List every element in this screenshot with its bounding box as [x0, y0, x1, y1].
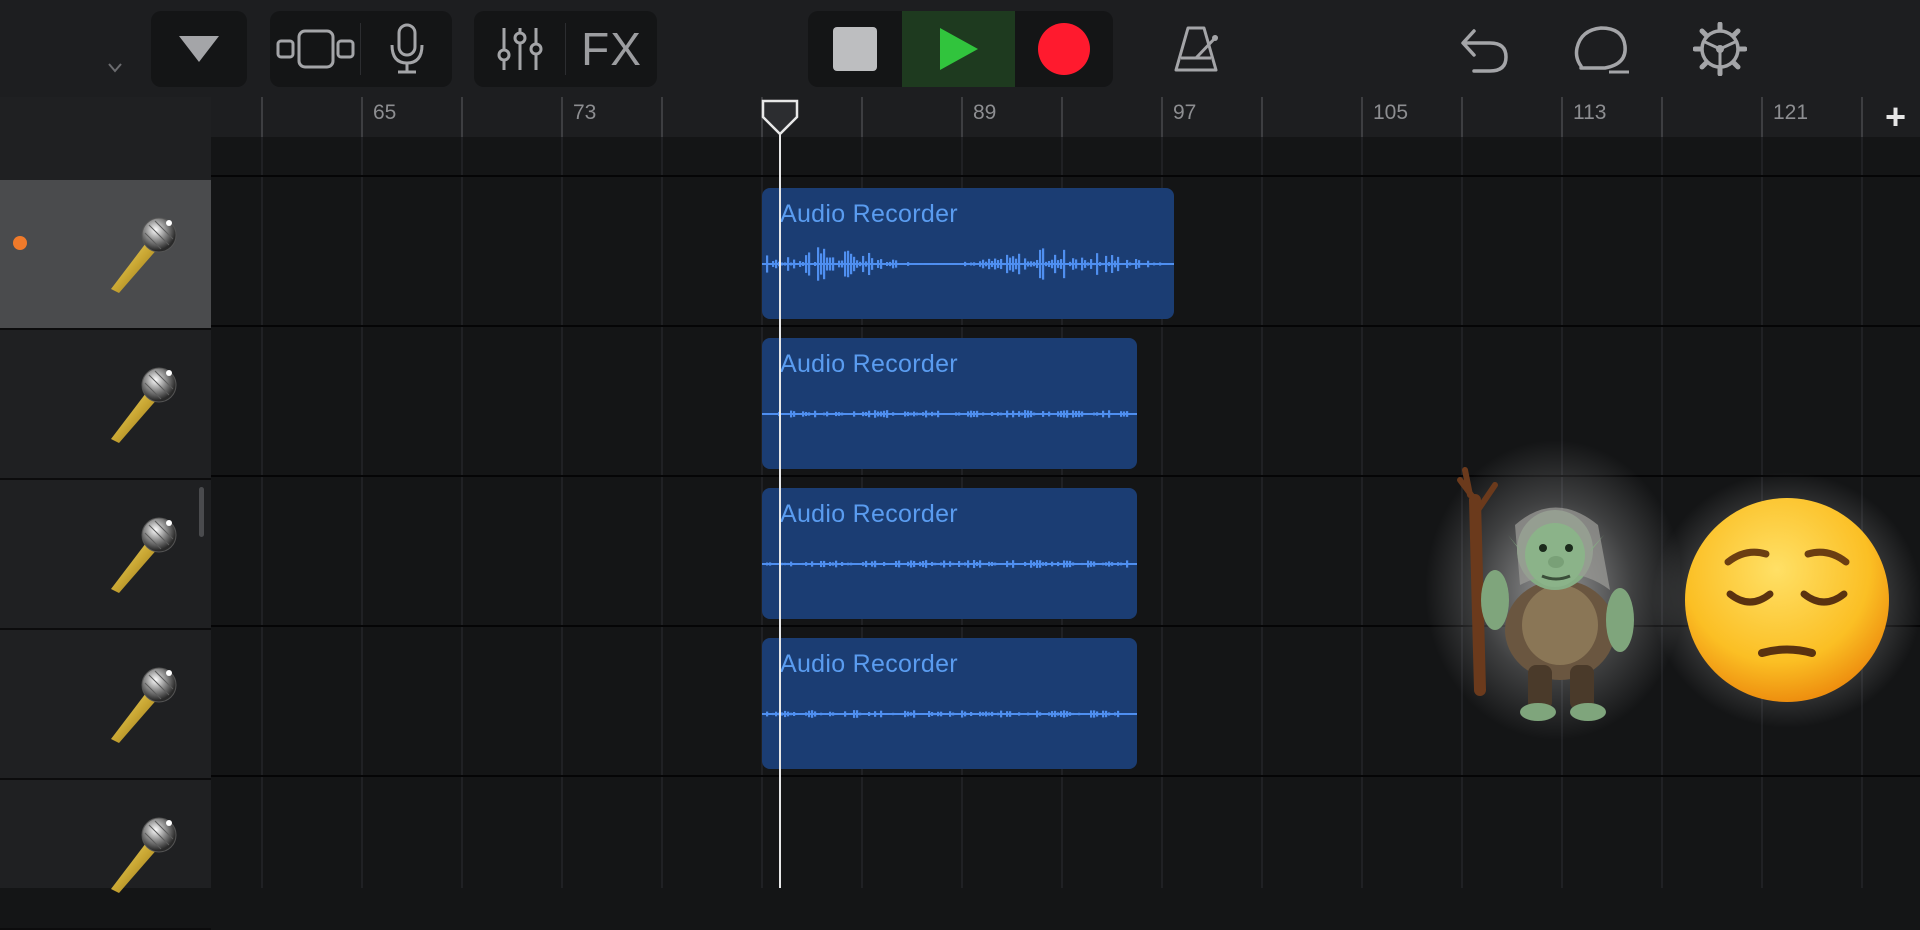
- ruler-bar-label: 113: [1573, 101, 1607, 124]
- track-header[interactable]: [0, 630, 211, 780]
- track-header[interactable]: [0, 780, 211, 930]
- undo-button[interactable]: [1450, 11, 1518, 87]
- troll-sticker: [1425, 440, 1680, 740]
- tracks-view-button[interactable]: [270, 11, 360, 87]
- mixer-sliders-icon: [497, 28, 542, 70]
- ruler-tick: [961, 97, 963, 137]
- ruler-bar-label: 97: [1173, 101, 1197, 124]
- transport-group: [808, 11, 1113, 87]
- undo-icon: [1461, 29, 1508, 73]
- track-divider: [211, 325, 1920, 327]
- metronome-icon: [1174, 26, 1219, 72]
- region-name: Audio Recorder: [780, 350, 958, 378]
- ruler-tick: [261, 97, 263, 137]
- add-track-button[interactable]: +: [1885, 99, 1906, 135]
- record-armed-indicator: [13, 236, 27, 250]
- track-header[interactable]: [0, 180, 211, 330]
- tracks-view-icon: [276, 29, 355, 69]
- ruler-bar-label: 73: [573, 101, 597, 124]
- stop-icon: [833, 27, 877, 71]
- fx-button[interactable]: FX: [566, 11, 657, 87]
- view-button-group: [270, 11, 452, 87]
- ruler-tick: [1661, 97, 1663, 137]
- metronome-button[interactable]: [1164, 11, 1228, 87]
- ruler-tick: [1261, 97, 1263, 137]
- ruler-tick: [561, 97, 563, 137]
- fx-label: FX: [581, 23, 642, 75]
- ruler-bar-label: 121: [1773, 101, 1809, 124]
- stop-button[interactable]: [808, 11, 902, 87]
- audio-region[interactable]: Audio Recorder: [762, 488, 1137, 619]
- track-header[interactable]: [0, 330, 211, 480]
- audio-region[interactable]: Audio Recorder: [762, 188, 1174, 319]
- ruler-bar-label: 89: [973, 101, 997, 124]
- record-button[interactable]: [1015, 11, 1113, 87]
- ruler-tick: [1761, 97, 1763, 137]
- settings-gear-icon: [1693, 22, 1747, 76]
- microphone-icon: [111, 667, 177, 743]
- microphone-icon: [111, 217, 177, 293]
- play-icon: [939, 28, 978, 70]
- playhead-handle[interactable]: [761, 99, 799, 137]
- control-bar: FX: [0, 0, 1920, 97]
- microphone-icon: [390, 23, 423, 74]
- waveform: [762, 710, 1137, 718]
- mixer-button[interactable]: [474, 11, 565, 87]
- pensive-face-emoji: [1652, 472, 1920, 728]
- ruler-tick: [1061, 97, 1063, 137]
- ruler-tick: [361, 97, 363, 137]
- ruler-tick: [1161, 97, 1163, 137]
- mix-button-group: FX: [474, 11, 657, 87]
- record-icon: [1038, 23, 1090, 75]
- loop-browser-button[interactable]: [1566, 11, 1638, 87]
- microphone-button[interactable]: [361, 11, 452, 87]
- region-name: Audio Recorder: [780, 200, 958, 228]
- region-name: Audio Recorder: [780, 650, 958, 678]
- timeline-ruler[interactable]: 6573818997105113121: [211, 97, 1920, 137]
- region-name: Audio Recorder: [780, 500, 958, 528]
- ruler-tick: [1561, 97, 1563, 137]
- track-divider: [211, 175, 1920, 177]
- plus-icon: +: [1884, 96, 1906, 137]
- ruler-tick: [661, 97, 663, 137]
- chevron-down-icon: [108, 63, 122, 73]
- ruler-tick: [1461, 97, 1463, 137]
- microphone-icon: [111, 517, 177, 593]
- microphone-icon: [111, 367, 177, 443]
- ruler-tick: [861, 97, 863, 137]
- ruler-bar-label: 65: [373, 101, 397, 124]
- track-header[interactable]: [0, 480, 211, 630]
- loop-browser-icon: [1574, 26, 1629, 74]
- track-list-scrollbar[interactable]: [199, 487, 204, 537]
- ruler-tick: [1361, 97, 1363, 137]
- track-header-partial: [0, 41, 211, 81]
- ruler-bar-label: 105: [1373, 101, 1409, 124]
- settings-button[interactable]: [1686, 11, 1754, 87]
- microphone-icon: [111, 817, 177, 893]
- ruler-tick: [1861, 97, 1863, 137]
- audio-region[interactable]: Audio Recorder: [762, 638, 1137, 769]
- waveform: [762, 559, 1137, 569]
- track-divider: [211, 775, 1920, 777]
- playhead-line: [779, 120, 781, 888]
- audio-region[interactable]: Audio Recorder: [762, 338, 1137, 469]
- ruler-tick: [461, 97, 463, 137]
- waveform: [762, 247, 1174, 281]
- play-button[interactable]: [902, 11, 1015, 87]
- waveform: [762, 410, 1137, 418]
